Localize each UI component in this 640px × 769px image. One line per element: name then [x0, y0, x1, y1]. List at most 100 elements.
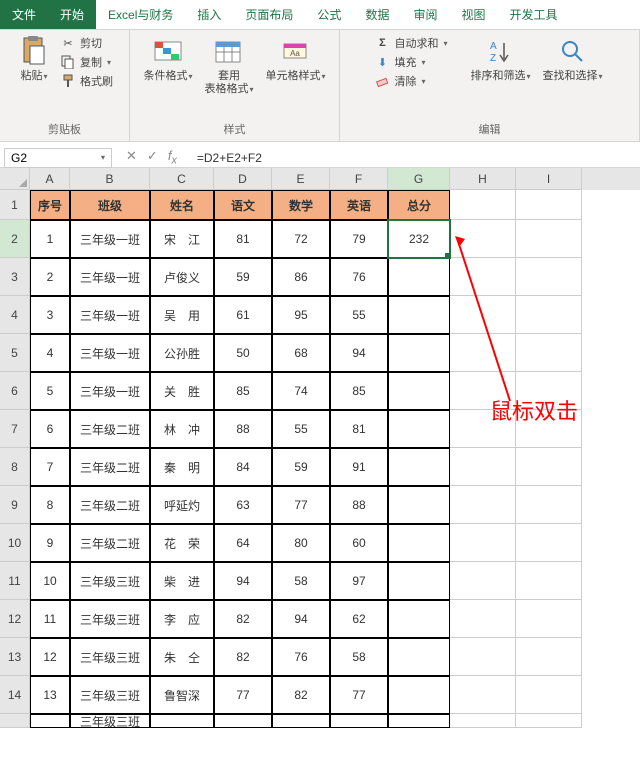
cell[interactable]: 10 [30, 562, 70, 600]
cell[interactable]: 79 [330, 220, 388, 258]
row-header[interactable]: 7 [0, 410, 30, 448]
cell[interactable]: 姓名 [150, 190, 214, 220]
cell[interactable]: 85 [330, 372, 388, 410]
tab-9[interactable]: 开发工具 [497, 0, 569, 29]
cell[interactable] [516, 600, 582, 638]
cell[interactable]: 公孙胜 [150, 334, 214, 372]
cell[interactable]: 三年级一班 [70, 372, 150, 410]
col-header-E[interactable]: E [272, 168, 330, 190]
cell[interactable]: 卢俊义 [150, 258, 214, 296]
cell[interactable]: 82 [272, 676, 330, 714]
cell-format-button[interactable]: Aa 单元格样式▾ [262, 34, 330, 85]
cell[interactable]: 94 [330, 334, 388, 372]
tab-3[interactable]: 插入 [185, 0, 233, 29]
cell[interactable] [450, 562, 516, 600]
row-header[interactable]: 8 [0, 448, 30, 486]
col-header-C[interactable]: C [150, 168, 214, 190]
col-header-H[interactable]: H [450, 168, 516, 190]
row-header[interactable]: 13 [0, 638, 30, 676]
cell[interactable]: 88 [214, 410, 272, 448]
cell[interactable]: 82 [214, 600, 272, 638]
cell[interactable]: 三年级三班 [70, 676, 150, 714]
fill-button[interactable]: ⬇填充▾ [372, 53, 462, 71]
cell[interactable]: 朱 仝 [150, 638, 214, 676]
cell[interactable] [388, 334, 450, 372]
cell[interactable]: 数学 [272, 190, 330, 220]
cell[interactable] [516, 258, 582, 296]
conditional-format-button[interactable]: 条件格式▾ [139, 34, 196, 85]
cell[interactable]: 50 [214, 334, 272, 372]
cell[interactable] [516, 714, 582, 728]
cell[interactable]: 三年级一班 [70, 334, 150, 372]
cell[interactable]: 6 [30, 410, 70, 448]
cell[interactable]: 13 [30, 676, 70, 714]
row-header[interactable]: 12 [0, 600, 30, 638]
cell[interactable]: 11 [30, 600, 70, 638]
cell[interactable] [516, 676, 582, 714]
cell[interactable]: 58 [272, 562, 330, 600]
cell[interactable] [388, 410, 450, 448]
cell[interactable] [450, 600, 516, 638]
cell[interactable]: 91 [330, 448, 388, 486]
name-box[interactable]: G2▾ [4, 148, 112, 168]
cell[interactable] [450, 676, 516, 714]
cell[interactable] [516, 334, 582, 372]
row-header[interactable]: 14 [0, 676, 30, 714]
cell[interactable] [450, 714, 516, 728]
cell[interactable]: 77 [330, 676, 388, 714]
cell[interactable] [30, 714, 70, 728]
cell[interactable]: 三年级二班 [70, 448, 150, 486]
row-header[interactable]: 3 [0, 258, 30, 296]
row-header[interactable]: 5 [0, 334, 30, 372]
find-select-button[interactable]: 查找和选择▾ [539, 34, 607, 85]
cell[interactable] [272, 714, 330, 728]
cancel-formula-icon[interactable]: ✕ [126, 148, 137, 167]
cell[interactable]: 柴 进 [150, 562, 214, 600]
cell[interactable]: 鲁智深 [150, 676, 214, 714]
autosum-button[interactable]: Σ自动求和▾ [372, 34, 462, 52]
cell[interactable]: 74 [272, 372, 330, 410]
cell[interactable]: 84 [214, 448, 272, 486]
cell[interactable] [450, 524, 516, 562]
cell[interactable] [450, 190, 516, 220]
cell[interactable] [388, 486, 450, 524]
cut-button[interactable]: ✂剪切 [58, 34, 115, 52]
cell[interactable]: 95 [272, 296, 330, 334]
cell[interactable]: 三年级三班 [70, 562, 150, 600]
cell[interactable]: 97 [330, 562, 388, 600]
cell[interactable]: 59 [272, 448, 330, 486]
cell[interactable]: 64 [214, 524, 272, 562]
cell[interactable] [388, 258, 450, 296]
cell[interactable] [516, 296, 582, 334]
tab-1[interactable]: 开始 [48, 0, 96, 29]
row-header[interactable]: 4 [0, 296, 30, 334]
cell[interactable] [388, 448, 450, 486]
cell[interactable]: 55 [330, 296, 388, 334]
cell[interactable] [450, 448, 516, 486]
cell[interactable]: 关 胜 [150, 372, 214, 410]
cell[interactable]: 85 [214, 372, 272, 410]
cell[interactable]: 55 [272, 410, 330, 448]
cell[interactable]: 81 [330, 410, 388, 448]
cell[interactable]: 12 [30, 638, 70, 676]
tab-6[interactable]: 数据 [353, 0, 401, 29]
cell[interactable]: 三年级二班 [70, 410, 150, 448]
cell[interactable] [388, 562, 450, 600]
cell[interactable]: 三年级三班 [70, 714, 150, 728]
cell[interactable] [214, 714, 272, 728]
cell[interactable] [450, 258, 516, 296]
cell[interactable]: 1 [30, 220, 70, 258]
cell[interactable]: 88 [330, 486, 388, 524]
tab-8[interactable]: 视图 [449, 0, 497, 29]
cell[interactable] [330, 714, 388, 728]
cell[interactable]: 60 [330, 524, 388, 562]
cell[interactable]: 76 [272, 638, 330, 676]
cell[interactable]: 77 [214, 676, 272, 714]
cell[interactable]: 59 [214, 258, 272, 296]
cell[interactable]: 94 [272, 600, 330, 638]
cell[interactable]: 呼延灼 [150, 486, 214, 524]
row-header[interactable]: 11 [0, 562, 30, 600]
cell[interactable]: 9 [30, 524, 70, 562]
cell[interactable]: 宋 江 [150, 220, 214, 258]
row-header[interactable]: 6 [0, 372, 30, 410]
